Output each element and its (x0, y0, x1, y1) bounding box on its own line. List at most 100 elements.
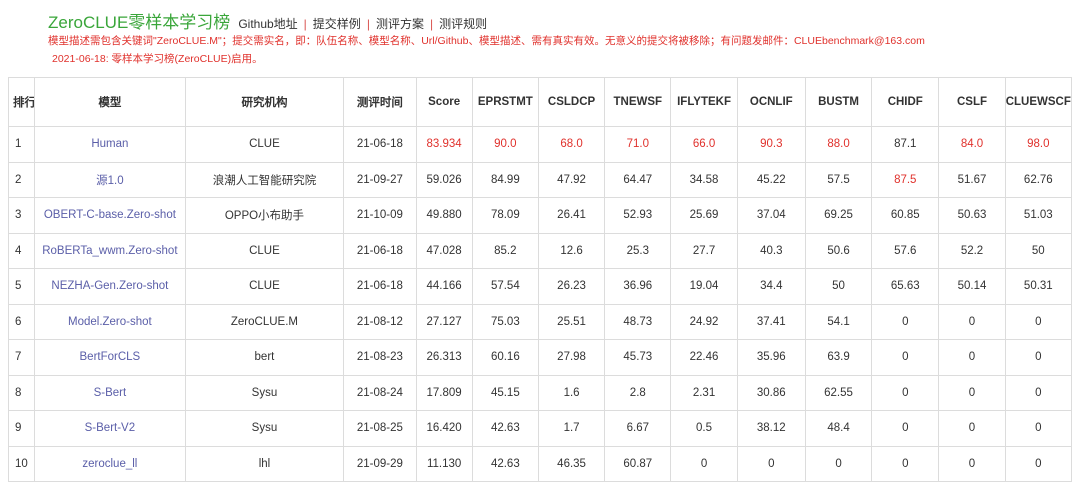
table-cell: 3 (7, 197, 36, 234)
table-cell: 0 (1004, 410, 1073, 447)
table-cell: 57.6 (871, 232, 940, 269)
model-link[interactable]: RoBERTa_wwm.Zero-shot (34, 232, 186, 269)
table-cell: 50.63 (938, 197, 1006, 234)
model-link[interactable]: Model.Zero-shot (34, 303, 186, 340)
model-link[interactable]: zeroclue_ll (34, 445, 186, 482)
table-cell: 26.313 (415, 339, 473, 376)
table-cell: 6.67 (604, 410, 672, 447)
table-body: 1 Human CLUE 21-06-18 83.934 90.0 68.0 71.0 66.0… (7, 126, 1073, 482)
nav-eval-plan-link[interactable]: 测评方案 (376, 15, 424, 32)
table-cell: 0 (871, 410, 940, 447)
table-cell: CLUE (184, 232, 345, 269)
column-header: CSLF (938, 77, 1006, 127)
table-cell: 2.31 (670, 374, 738, 411)
model-link[interactable]: NEZHA-Gen.Zero-shot (34, 268, 186, 305)
table-cell: 50.14 (938, 268, 1006, 305)
table-cell: 21-08-12 (343, 303, 417, 340)
table-cell: 0 (871, 339, 940, 376)
table-cell: 42.63 (471, 445, 539, 482)
table-cell: 69.25 (804, 197, 873, 234)
table-cell: 50 (804, 268, 873, 305)
table-cell: 21-10-09 (343, 197, 417, 234)
table-cell: 52.93 (604, 197, 672, 234)
table-cell: 37.41 (736, 303, 806, 340)
table-cell: 10 (7, 445, 36, 482)
table-cell: 38.12 (736, 410, 806, 447)
submission-notice: 模型描述需包含关键词"ZeroCLUE.M"；提交需实名，即：队伍名称、模型名称… (48, 35, 925, 47)
table-cell: 19.04 (670, 268, 738, 305)
table-cell: 65.63 (871, 268, 940, 305)
leaderboard-table: 排行 模型 研究机构 测评时间 Score EPRSTMT CSLDCP TNEWSF IFLY… (7, 77, 1073, 482)
table-row: 9 S-Bert-V2 Sysu 21-08-25 16.420 42.63 1.7 6.67… (7, 410, 1073, 447)
nav-submit-example-link[interactable]: 提交样例 (313, 15, 361, 32)
column-header: 测评时间 (343, 77, 417, 127)
table-cell: 21-06-18 (343, 232, 417, 269)
table-row: 10 zeroclue_ll lhl 21-09-29 11.130 42.63 46.35… (7, 445, 1073, 482)
table-cell: 36.96 (604, 268, 672, 305)
table-cell: bert (184, 339, 345, 376)
table-cell: 48.4 (804, 410, 873, 447)
table-cell: 66.0 (670, 126, 738, 163)
model-link[interactable]: BertForCLS (34, 339, 186, 376)
table-cell: 51.03 (1004, 197, 1073, 234)
nav-eval-rules-link[interactable]: 测评规则 (439, 15, 487, 32)
table-cell: 2.8 (604, 374, 672, 411)
table-cell: 2 (7, 161, 36, 198)
table-cell: 浪潮人工智能研究院 (184, 161, 345, 198)
model-link[interactable]: S-Bert (34, 374, 186, 411)
title-row: ZeroCLUE零样本学习榜 Github地址 | 提交样例 | 测评方案 | … (48, 8, 1070, 32)
table-cell: 24.92 (670, 303, 738, 340)
table-cell: 90.0 (471, 126, 539, 163)
table-cell: 45.15 (471, 374, 539, 411)
column-header: CSLDCP (537, 77, 606, 127)
table-cell: 0 (938, 303, 1006, 340)
table-cell: 21-09-27 (343, 161, 417, 198)
table-cell: 0 (871, 445, 940, 482)
table-cell: Sysu (184, 374, 345, 411)
model-link[interactable]: S-Bert-V2 (34, 410, 186, 447)
table-cell: 0 (938, 445, 1006, 482)
table-cell: 87.1 (871, 126, 940, 163)
table-cell: 0 (1004, 374, 1073, 411)
table-cell: 27.7 (670, 232, 738, 269)
table-cell: 8 (7, 374, 36, 411)
table-row: 1 Human CLUE 21-06-18 83.934 90.0 68.0 71.0 66.0… (7, 126, 1073, 163)
model-link[interactable]: 源1.0 (34, 161, 186, 198)
table-cell: 78.09 (471, 197, 539, 234)
table-cell: 75.03 (471, 303, 539, 340)
table-cell: 57.54 (471, 268, 539, 305)
table-row: 3 OBERT-C-base.Zero-shot OPPO小布助手 21-10-09 4… (7, 197, 1073, 234)
table-cell: 11.130 (415, 445, 473, 482)
table-row: 5 NEZHA-Gen.Zero-shot CLUE 21-06-18 44.166 57… (7, 268, 1073, 305)
table-cell: 52.2 (938, 232, 1006, 269)
table-cell: 6 (7, 303, 36, 340)
table-row: 2 源1.0 浪潮人工智能研究院 21-09-27 59.026 84.99 47.92 64… (7, 161, 1073, 198)
table-cell: 87.5 (871, 161, 940, 198)
table-cell: 62.76 (1004, 161, 1073, 198)
table-cell: 0 (1004, 303, 1073, 340)
table-cell: 30.86 (736, 374, 806, 411)
model-link[interactable]: OBERT-C-base.Zero-shot (34, 197, 186, 234)
table-cell: 45.73 (604, 339, 672, 376)
table-cell: 64.47 (604, 161, 672, 198)
table-cell: 12.6 (537, 232, 606, 269)
page-header: ZeroCLUE零样本学习榜 Github地址 | 提交样例 | 测评方案 | … (48, 8, 1070, 68)
table-cell: 62.55 (804, 374, 873, 411)
table-cell: 88.0 (804, 126, 873, 163)
table-cell: 49.880 (415, 197, 473, 234)
table-cell: 50.6 (804, 232, 873, 269)
table-cell: 35.96 (736, 339, 806, 376)
table-cell: 21-06-18 (343, 126, 417, 163)
table-cell: 59.026 (415, 161, 473, 198)
column-header: Score (415, 77, 473, 127)
model-link[interactable]: Human (34, 126, 186, 163)
table-cell: 0 (938, 410, 1006, 447)
table-cell: 85.2 (471, 232, 539, 269)
table-cell: 57.5 (804, 161, 873, 198)
table-cell: 9 (7, 410, 36, 447)
table-cell: lhl (184, 445, 345, 482)
table-cell: 90.3 (736, 126, 806, 163)
column-header: 排行 (7, 77, 36, 127)
nav-github-link[interactable]: Github地址 (238, 15, 297, 32)
table-cell: 1 (7, 126, 36, 163)
